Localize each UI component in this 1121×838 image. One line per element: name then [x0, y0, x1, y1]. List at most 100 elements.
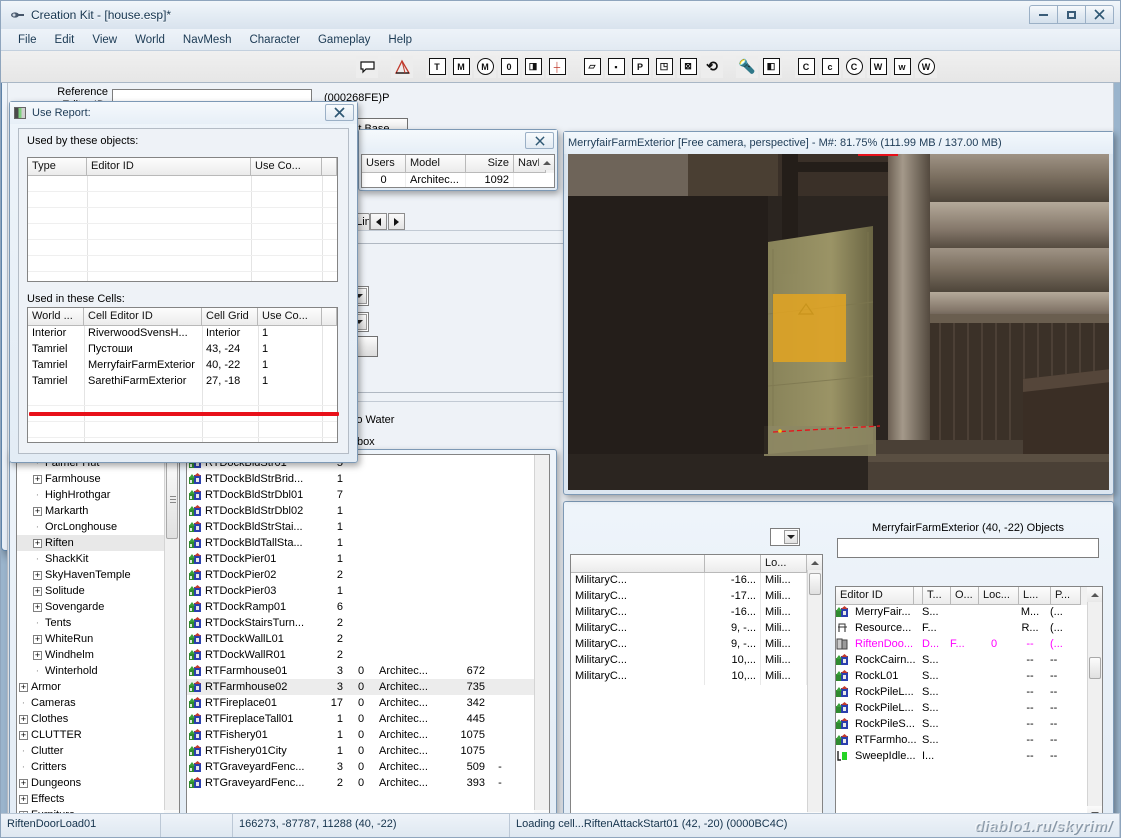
- col-cell-editor-id[interactable]: Cell Editor ID: [84, 308, 202, 326]
- menu-file[interactable]: File: [9, 32, 46, 48]
- col-size[interactable]: Size: [466, 155, 514, 173]
- col-world[interactable]: World ...: [28, 308, 84, 326]
- light-off-icon[interactable]: 🔦: [736, 55, 758, 78]
- col-location[interactable]: Lo...: [761, 555, 807, 573]
- tree-item-effects[interactable]: + Effects: [17, 791, 164, 807]
- expand-plus-icon[interactable]: +: [19, 682, 28, 692]
- render-viewport[interactable]: [568, 154, 1109, 490]
- object-list-vertical-scrollbar[interactable]: [534, 455, 549, 825]
- object-list-row[interactable]: RTDockPier03 1: [187, 583, 534, 599]
- tree-item-riften[interactable]: + Riften: [17, 535, 164, 551]
- table-row[interactable]: SweepIdle... I... -- --: [836, 749, 1087, 765]
- object-list-row[interactable]: RTDockBldTallSta... 1: [187, 535, 534, 551]
- expand-plus-icon[interactable]: +: [33, 650, 42, 660]
- object-list-row[interactable]: RTFarmhouse02 3 0 Architec... 735: [187, 679, 534, 695]
- menu-gameplay[interactable]: Gameplay: [309, 32, 379, 48]
- cube-w-icon[interactable]: w: [891, 55, 913, 78]
- object-list-row[interactable]: RTDockBldStrStai... 1: [187, 519, 534, 535]
- expand-plus-icon[interactable]: +: [19, 714, 28, 724]
- used-in-cells-list[interactable]: World ... Cell Editor ID Cell Grid Use C…: [27, 307, 338, 443]
- object-list-row[interactable]: RTFishery01 1 0 Architec... 1075: [187, 727, 534, 743]
- window-corner-icon[interactable]: ◳: [653, 55, 675, 78]
- tree-item-highhrothgar[interactable]: · HighHrothgar: [17, 487, 164, 503]
- object-list-row[interactable]: RTDockBldStrBrid... 1: [187, 471, 534, 487]
- object-list-row[interactable]: RTFireplaceTall01 1 0 Architec... 445: [187, 711, 534, 727]
- tree-item-solitude[interactable]: + Solitude: [17, 583, 164, 599]
- col-type[interactable]: T...: [923, 587, 951, 605]
- tree-item-cameras[interactable]: · Cameras: [17, 695, 164, 711]
- chevron-down-icon[interactable]: [784, 530, 798, 544]
- table-row[interactable]: Tamriel SarethiFarmExterior 27, -18 1: [28, 374, 337, 390]
- expand-plus-icon[interactable]: +: [33, 474, 42, 484]
- expand-plus-icon[interactable]: +: [19, 778, 28, 788]
- table-row[interactable]: MilitaryC... -16... Mili...: [571, 605, 807, 621]
- object-list-row[interactable]: RTGraveyardFenc... 3 0 Architec... 509 -: [187, 759, 534, 775]
- table-row[interactable]: MilitaryC... -17... Mili...: [571, 589, 807, 605]
- col-location[interactable]: Loc...: [979, 587, 1019, 605]
- object-list-row[interactable]: RTDockStairsTurn... 2: [187, 615, 534, 631]
- object-list-row[interactable]: RTFireplace01 17 0 Architec... 342: [187, 695, 534, 711]
- scroll-up-arrow[interactable]: [539, 155, 554, 170]
- expand-plus-icon[interactable]: +: [33, 602, 42, 612]
- table-row[interactable]: MilitaryC... 10,... Mili...: [571, 653, 807, 669]
- close-icon[interactable]: [525, 132, 554, 149]
- close-button[interactable]: [1085, 5, 1114, 24]
- water-w-icon[interactable]: W: [867, 55, 889, 78]
- cell-objects-filter-input[interactable]: [837, 538, 1099, 558]
- object-list-row[interactable]: RTDockPier02 2: [187, 567, 534, 583]
- cell-scroll-thumb[interactable]: [809, 573, 821, 595]
- object-list-row[interactable]: RTDockWallL01 2: [187, 631, 534, 647]
- table-row[interactable]: Resource... F... R... (...: [836, 621, 1087, 637]
- object-list-row[interactable]: RTDockWallR01 2: [187, 647, 534, 663]
- render-split-icon[interactable]: ┼: [546, 55, 568, 78]
- tree-item-markarth[interactable]: + Markarth: [17, 503, 164, 519]
- render-zero-icon[interactable]: 0: [498, 55, 520, 78]
- table-row[interactable]: RockPileL... S... -- --: [836, 685, 1087, 701]
- expand-plus-icon[interactable]: +: [33, 538, 42, 548]
- table-row[interactable]: MilitaryC... 9, -... Mili...: [571, 637, 807, 653]
- table-row[interactable]: RTFarmho... S... -- --: [836, 733, 1087, 749]
- object-list-row[interactable]: RTFarmhouse01 3 0 Architec... 672: [187, 663, 534, 679]
- table-row[interactable]: MilitaryC... -16... Mili...: [571, 573, 807, 589]
- render-m-circle-icon[interactable]: M: [474, 55, 496, 78]
- object-list-row[interactable]: RTDockBldStrDbl01 7: [187, 487, 534, 503]
- cell-scroll-up[interactable]: [807, 555, 822, 570]
- menu-help[interactable]: Help: [379, 32, 421, 48]
- object-list-row[interactable]: RTDockPier01 1: [187, 551, 534, 567]
- maximize-button[interactable]: [1057, 5, 1086, 24]
- portal-p-icon[interactable]: P: [629, 55, 651, 78]
- minimize-button[interactable]: [1029, 5, 1058, 24]
- object-category-tree[interactable]: · Falmer Hut + Farmhouse · HighHrothgar + Marka…: [16, 454, 180, 826]
- cell-list[interactable]: Lo... MilitaryC... -16... Mili... MilitaryC…: [570, 554, 823, 828]
- expand-plus-icon[interactable]: +: [19, 794, 28, 804]
- tree-item-windhelm[interactable]: + Windhelm: [17, 647, 164, 663]
- tab-scroll-left-icon[interactable]: [370, 213, 388, 230]
- no-marker-icon[interactable]: ⊠: [677, 55, 699, 78]
- square-inset-icon[interactable]: ▪: [605, 55, 627, 78]
- menu-character[interactable]: Character: [240, 32, 309, 48]
- table-row[interactable]: MilitaryC... 9, -... Mili...: [571, 621, 807, 637]
- tree-item-clothes[interactable]: + Clothes: [17, 711, 164, 727]
- tree-item-skyhaventemple[interactable]: + SkyHavenTemple: [17, 567, 164, 583]
- tree-item-clutter[interactable]: + CLUTTER: [17, 727, 164, 743]
- col-users[interactable]: Users: [362, 155, 406, 173]
- collision-c-icon[interactable]: C: [795, 55, 817, 78]
- snap-icon[interactable]: ⟲: [701, 55, 723, 78]
- tree-item-armor[interactable]: + Armor: [17, 679, 164, 695]
- cube-c-icon[interactable]: c: [819, 55, 841, 78]
- circle-w-icon[interactable]: W: [915, 55, 937, 78]
- table-row[interactable]: 0 Architec... 1092: [362, 173, 554, 187]
- col-cell-grid[interactable]: Cell Grid: [202, 308, 258, 326]
- col-level[interactable]: L...: [1019, 587, 1051, 605]
- table-row[interactable]: Tamriel Пустоши 43, -24 1: [28, 342, 337, 358]
- menu-world[interactable]: World: [126, 32, 174, 48]
- expand-plus-icon[interactable]: +: [33, 506, 42, 516]
- col-type[interactable]: Type: [28, 158, 87, 176]
- tree-item-clutter[interactable]: · Clutter: [17, 743, 164, 759]
- tree-scroll-thumb[interactable]: [166, 457, 178, 539]
- tab-scroll-right-icon[interactable]: [388, 213, 406, 230]
- tree-vertical-scrollbar[interactable]: [164, 455, 179, 825]
- tree-item-shackkit[interactable]: · ShackKit: [17, 551, 164, 567]
- col-use-count[interactable]: Use Co...: [251, 158, 322, 176]
- light-on-icon[interactable]: ◧: [760, 55, 782, 78]
